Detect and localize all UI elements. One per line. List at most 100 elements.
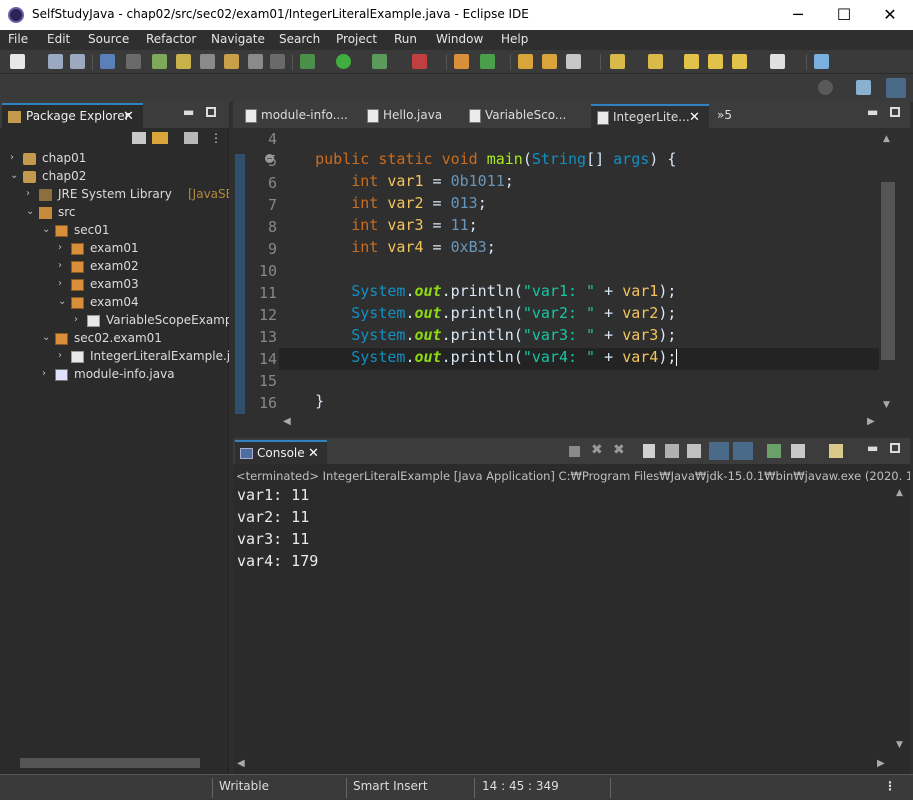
- tree-item[interactable]: › chap01: [0, 150, 229, 168]
- fold-collapse-icon[interactable]: −: [265, 154, 274, 163]
- java-perspective-icon[interactable]: [886, 78, 906, 98]
- scrollbar-thumb[interactable]: [20, 758, 200, 768]
- tab-variable-scope[interactable]: VariableSco...: [463, 104, 571, 128]
- forward-icon[interactable]: [770, 54, 785, 69]
- forward-history-icon[interactable]: [708, 54, 723, 69]
- close-button[interactable]: ✕: [867, 0, 913, 30]
- open-perspective-button-icon[interactable]: [856, 80, 871, 95]
- clear-console-icon[interactable]: [643, 444, 655, 458]
- back-icon[interactable]: [732, 54, 747, 69]
- debug-icon[interactable]: [300, 54, 315, 69]
- tab-overflow[interactable]: »5: [715, 104, 745, 128]
- view-menu-icon[interactable]: ⋮: [210, 131, 222, 145]
- insert-mode[interactable]: Smart Insert: [353, 779, 428, 793]
- external-tools-icon[interactable]: [412, 54, 427, 69]
- tab-hello-java[interactable]: Hello.java: [361, 104, 451, 128]
- close-tab-icon[interactable]: ✕: [689, 110, 700, 125]
- display-selected-console-icon[interactable]: [791, 444, 805, 458]
- menu-run[interactable]: Run: [394, 32, 417, 46]
- menu-window[interactable]: Window: [436, 32, 483, 46]
- editor-vertical-scrollbar[interactable]: ▲ ▼: [880, 132, 896, 414]
- tab-package-explorer[interactable]: Package Explorer ✕: [2, 103, 143, 128]
- expanded-arrow-icon[interactable]: ⌄: [42, 332, 50, 343]
- cursor-position[interactable]: 14 : 45 : 349: [482, 779, 559, 793]
- tree-item[interactable]: › exam01: [0, 240, 229, 258]
- console-output[interactable]: var1: 11 var2: 11 var3: 11 var4: 179: [237, 486, 887, 574]
- coverage-icon[interactable]: [372, 54, 387, 69]
- code-editor[interactable]: public static void main(String[] args) {…: [279, 128, 879, 414]
- status-menu-icon[interactable]: ⋮: [884, 779, 896, 793]
- maximize-view-icon[interactable]: [206, 107, 216, 117]
- tree-item[interactable]: ⌄ exam04: [0, 294, 229, 312]
- expanded-arrow-icon[interactable]: ⌄: [42, 224, 50, 235]
- search-icon[interactable]: [566, 54, 581, 69]
- collapsed-arrow-icon[interactable]: ›: [58, 242, 62, 253]
- menu-refactor[interactable]: Refactor: [146, 32, 196, 46]
- tree-item[interactable]: › module-info.java: [0, 366, 229, 384]
- open-task-icon[interactable]: [542, 54, 557, 69]
- horizontal-scrollbar[interactable]: [4, 756, 225, 770]
- scroll-lock-icon[interactable]: [665, 444, 679, 458]
- tab-integer-literal-example[interactable]: IntegerLite... ✕: [591, 104, 709, 128]
- console-vertical-scrollbar[interactable]: ▲ ▼: [893, 486, 909, 756]
- tab-module-info[interactable]: module-info....: [239, 104, 348, 128]
- tree-item[interactable]: ⌄ src: [0, 204, 229, 222]
- minimize-button[interactable]: ─: [775, 0, 821, 30]
- collapsed-arrow-icon[interactable]: ›: [74, 314, 78, 325]
- scroll-up-icon[interactable]: ▲: [883, 134, 890, 144]
- collapsed-arrow-icon[interactable]: ›: [10, 152, 14, 163]
- editor-horizontal-scrollbar[interactable]: ◀ ▶: [279, 414, 879, 432]
- expanded-arrow-icon[interactable]: ⌄: [10, 170, 18, 181]
- minimize-view-icon[interactable]: ▬: [183, 105, 194, 119]
- toggle-word-wrap-icon[interactable]: [224, 54, 239, 69]
- scrollbar-thumb[interactable]: [881, 182, 895, 360]
- last-edit-location-icon[interactable]: [684, 54, 699, 69]
- show-whitespace-icon[interactable]: [248, 54, 263, 69]
- collapsed-arrow-icon[interactable]: ›: [42, 368, 46, 379]
- run-icon[interactable]: [336, 54, 351, 69]
- menu-navigate[interactable]: Navigate: [211, 32, 265, 46]
- open-console-icon[interactable]: [100, 54, 115, 69]
- menu-project[interactable]: Project: [336, 32, 377, 46]
- collapsed-arrow-icon[interactable]: ›: [58, 350, 62, 361]
- tree-item[interactable]: › exam02: [0, 258, 229, 276]
- close-view-icon[interactable]: ✕: [123, 109, 134, 124]
- tab-console[interactable]: Console ✕: [235, 440, 327, 464]
- remove-launch-icon[interactable]: ✖: [591, 442, 603, 458]
- toggle-mark-occurrences-icon[interactable]: [176, 54, 191, 69]
- maximize-view-icon[interactable]: [890, 443, 900, 453]
- next-annotation-icon[interactable]: [610, 54, 625, 69]
- new-java-package-icon[interactable]: [454, 54, 469, 69]
- previous-annotation-icon[interactable]: [648, 54, 663, 69]
- minimize-editor-icon[interactable]: ▬: [867, 105, 878, 119]
- scroll-down-icon[interactable]: ▼: [896, 740, 903, 750]
- open-type-icon[interactable]: [152, 54, 167, 69]
- link-with-editor-icon[interactable]: [152, 132, 168, 144]
- tree-item[interactable]: › JRE System Library [JavaSE-14]: [0, 186, 229, 204]
- open-folder-icon[interactable]: [518, 54, 533, 69]
- new-icon[interactable]: [10, 54, 25, 69]
- skip-breakpoints-icon[interactable]: [126, 54, 141, 69]
- menu-help[interactable]: Help: [501, 32, 528, 46]
- close-view-icon[interactable]: ✕: [308, 446, 319, 461]
- collapsed-arrow-icon[interactable]: ›: [26, 188, 30, 199]
- scroll-up-icon[interactable]: ▲: [896, 488, 903, 498]
- console-horizontal-scrollbar[interactable]: ◀ ▶: [233, 756, 893, 774]
- maximize-button[interactable]: ☐: [821, 0, 867, 30]
- save-all-icon[interactable]: [70, 54, 85, 69]
- tree-item[interactable]: ⌄ sec01: [0, 222, 229, 240]
- tree-item[interactable]: › exam03: [0, 276, 229, 294]
- remove-all-terminated-icon[interactable]: ✖: [613, 442, 625, 458]
- pilcrow-icon[interactable]: [270, 54, 285, 69]
- scroll-right-icon[interactable]: ▶: [877, 758, 885, 769]
- collapsed-arrow-icon[interactable]: ›: [58, 260, 62, 271]
- terminate-icon[interactable]: [569, 446, 580, 457]
- menu-edit[interactable]: Edit: [47, 32, 70, 46]
- toggle-block-selection-icon[interactable]: [200, 54, 215, 69]
- show-on-stderr-icon[interactable]: [733, 442, 753, 460]
- menu-file[interactable]: File: [8, 32, 28, 46]
- expanded-arrow-icon[interactable]: ⌄: [26, 206, 34, 217]
- save-icon[interactable]: [48, 54, 63, 69]
- scroll-left-icon[interactable]: ◀: [283, 416, 291, 427]
- tree-item[interactable]: ⌄ sec02.exam01: [0, 330, 229, 348]
